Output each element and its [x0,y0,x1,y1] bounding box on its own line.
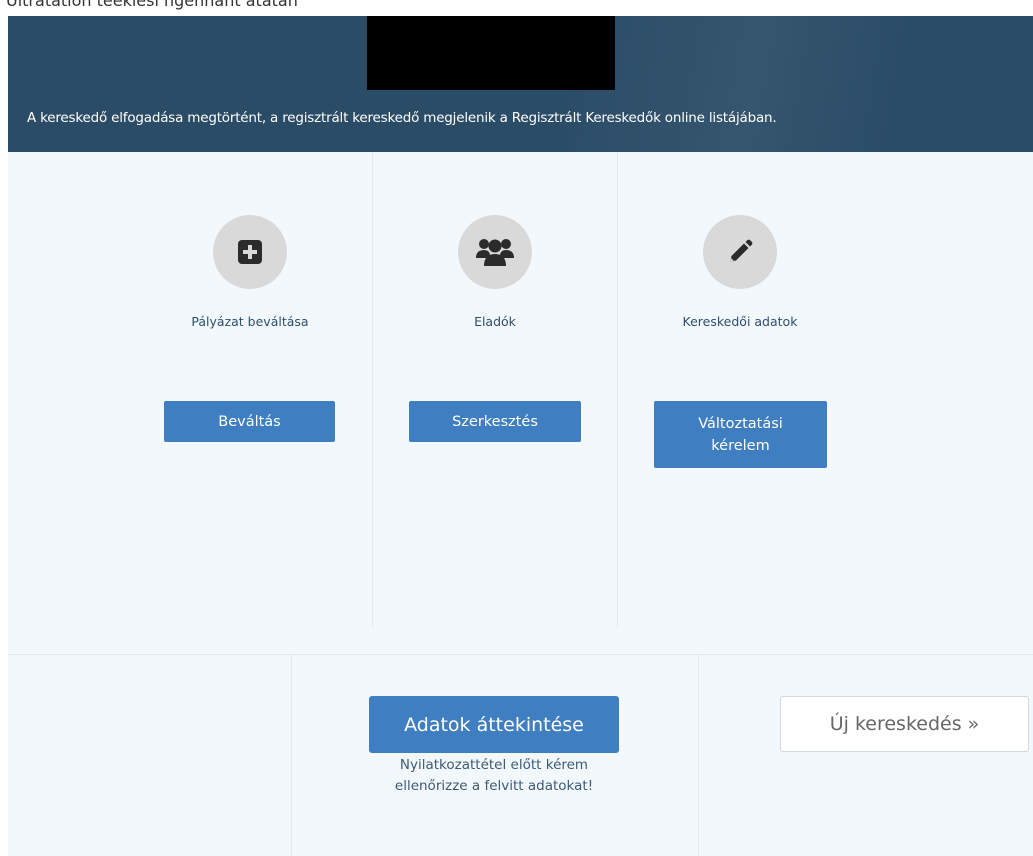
banner-decoration [568,16,1033,152]
edit-sellers-button[interactable]: Szerkesztés [409,401,581,442]
status-banner: A kereskedő elfogadása megtörtént, a reg… [8,16,1033,152]
action-label-tender: Pályázat beváltása [191,314,309,329]
new-trade-button[interactable]: Új kereskedés » [780,696,1029,752]
banner-message: A kereskedő elfogadása megtörtént, a reg… [27,110,777,126]
action-label-sellers: Eladók [474,314,516,329]
redeem-button[interactable]: Beváltás [164,401,335,442]
action-label-dealer-data: Kereskedői adatok [682,314,798,329]
page: Ultratation teekiesi ngennant atatan A k… [0,0,1033,856]
plus-square-icon[interactable] [213,215,287,289]
change-request-line1: Változtatási [698,415,783,432]
redacted-block [367,16,615,90]
review-data-button[interactable]: Adatok áttekintése [369,696,619,753]
divider [8,654,1033,655]
pencil-icon[interactable] [703,215,777,289]
main-panel: Pályázat beváltása Beváltás Eladók Szerk… [8,152,1033,856]
review-note-line2: ellenőrizze a felvitt adatokat! [394,778,594,794]
change-request-button[interactable]: Változtatási kérelem [654,401,827,468]
divider [372,152,373,628]
review-note-line1: Nyilatkozattétel előtt kérem [399,757,589,773]
review-note: Nyilatkozattétel előtt kérem ellenőrizze… [339,755,649,797]
top-clipped-strip: Ultratation teekiesi ngennant atatan [0,0,1033,16]
divider [291,654,292,856]
users-icon[interactable] [458,215,532,289]
clipped-text: Ultratation teekiesi ngennant atatan [6,0,298,10]
divider [617,152,618,628]
change-request-line2: kérelem [711,437,770,454]
divider [698,654,699,856]
